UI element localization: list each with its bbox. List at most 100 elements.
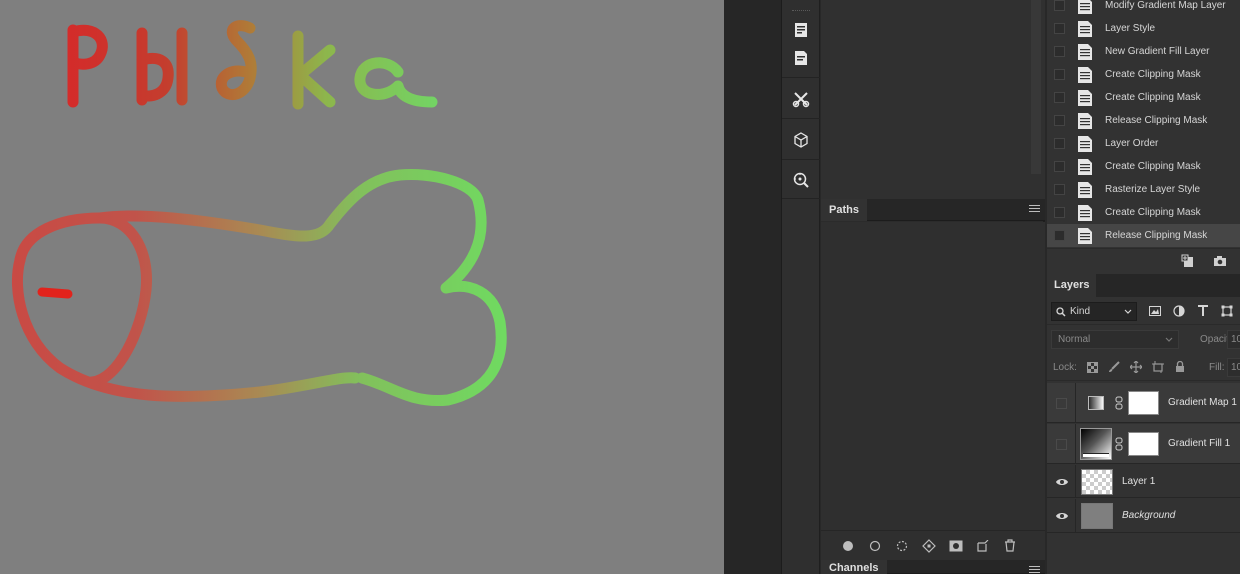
load-selection-icon[interactable] (893, 537, 911, 555)
add-mask-icon[interactable] (947, 537, 965, 555)
history-source-checkbox[interactable] (1054, 92, 1065, 103)
make-work-path-icon[interactable] (920, 537, 938, 555)
new-document-from-state-icon[interactable] (1181, 254, 1195, 271)
layer-name[interactable]: Background (1122, 510, 1175, 521)
history-source-checkbox[interactable] (1054, 115, 1065, 126)
delete-icon[interactable] (1001, 537, 1019, 555)
layer-row[interactable]: Background (1047, 499, 1240, 533)
navigator-icon[interactable] (782, 166, 820, 194)
opacity-input[interactable]: 100% (1227, 330, 1240, 349)
tab-paths[interactable]: Paths (821, 199, 867, 221)
history-item-label: Layer Order (1105, 138, 1159, 149)
filter-shape-icon[interactable] (1219, 303, 1235, 319)
history-item[interactable]: Rasterize Layer Style (1047, 178, 1240, 201)
gradient-map-adjustment-icon (1088, 396, 1104, 413)
layer-name[interactable]: Layer 1 (1122, 476, 1155, 487)
history-source-checkbox[interactable] (1054, 161, 1065, 172)
lock-move-icon[interactable] (1128, 359, 1144, 375)
history-source-checkbox[interactable] (1054, 46, 1065, 57)
layer-mask-thumbnail[interactable] (1128, 391, 1159, 415)
eye-icon (1055, 477, 1069, 487)
blend-mode-select[interactable]: Normal (1051, 330, 1179, 349)
history-source-checkbox[interactable] (1054, 138, 1065, 149)
visibility-toggle[interactable] (1047, 465, 1076, 497)
history-state-icon (1077, 66, 1093, 84)
channels-panel-menu-icon[interactable] (1029, 566, 1040, 574)
panel-gutter (724, 0, 782, 574)
history-source-checkbox[interactable] (1054, 23, 1065, 34)
history-source-checkbox[interactable] (1054, 184, 1065, 195)
lock-brush-icon[interactable] (1106, 359, 1122, 375)
paths-tab-row: Paths (821, 199, 1045, 221)
layer-name[interactable]: Gradient Fill 1 (1168, 438, 1230, 449)
fill-path-icon[interactable] (839, 537, 857, 555)
history-item-label: Rasterize Layer Style (1105, 184, 1201, 195)
channels-tab-row: Channels (821, 560, 1045, 574)
3d-icon[interactable] (782, 126, 820, 154)
layers-lock-bar: Lock: Fill: 100% (1047, 353, 1240, 381)
history-state-icon (1077, 181, 1093, 199)
document-canvas[interactable] (0, 0, 724, 574)
layer-row[interactable]: Gradient Map 1 (1047, 383, 1240, 423)
tool-group-navigator (782, 161, 820, 199)
history-item[interactable]: Layer Order (1047, 132, 1240, 155)
lock-transparency-icon[interactable] (1084, 359, 1100, 375)
character-style-icon[interactable] (782, 44, 820, 72)
fish-drawing-strokes (12, 168, 507, 407)
history-state-icon (1077, 43, 1093, 61)
layer-row[interactable]: Layer 1 (1047, 465, 1240, 498)
history-state-icon (1077, 0, 1093, 15)
kind-filter-select[interactable]: Kind (1051, 302, 1137, 321)
stroke-path-icon[interactable] (866, 537, 884, 555)
paths-panel-column: Paths Channels (821, 0, 1045, 574)
history-item-label: Release Clipping Mask (1105, 115, 1208, 126)
layer-row[interactable]: Gradient Fill 1 (1047, 424, 1240, 464)
history-item-label: Create Clipping Mask (1105, 161, 1201, 172)
gradient-fill-thumbnail[interactable] (1080, 428, 1112, 460)
link-chain-icon[interactable] (1115, 437, 1123, 454)
visibility-toggle[interactable] (1047, 424, 1076, 463)
history-source-checkbox[interactable] (1054, 0, 1065, 11)
paragraph-style-icon[interactable] (782, 16, 820, 44)
history-item[interactable]: Create Clipping Mask (1047, 86, 1240, 109)
lock-all-icon[interactable] (1172, 359, 1188, 375)
tool-presets-icon[interactable] (782, 85, 820, 113)
filter-type-icon[interactable] (1195, 303, 1211, 319)
visibility-toggle[interactable] (1047, 499, 1076, 532)
paths-panel-menu-icon[interactable] (1029, 205, 1040, 214)
history-item[interactable]: Create Clipping Mask (1047, 155, 1240, 178)
lock-artboard-icon[interactable] (1150, 359, 1166, 375)
visibility-toggle[interactable] (1047, 383, 1076, 422)
history-source-checkbox[interactable] (1054, 230, 1065, 241)
snapshot-camera-icon[interactable] (1213, 254, 1227, 271)
link-chain-icon[interactable] (1115, 396, 1123, 413)
fill-input[interactable]: 100% (1227, 358, 1240, 377)
layer-thumbnail[interactable] (1081, 468, 1113, 495)
history-state-icon (1077, 158, 1093, 176)
history-item[interactable]: Release Clipping Mask (1047, 224, 1240, 247)
chevron-down-icon (1165, 337, 1173, 342)
background-thumbnail[interactable] (1081, 503, 1113, 529)
eye-icon (1055, 511, 1069, 521)
history-item-label: Create Clipping Mask (1105, 92, 1201, 103)
filter-pixel-icon[interactable] (1147, 303, 1163, 319)
history-item[interactable]: Create Clipping Mask (1047, 201, 1240, 224)
history-state-icon (1077, 135, 1093, 153)
layer-name[interactable]: Gradient Map 1 (1168, 397, 1237, 408)
panel-grip[interactable] (792, 10, 810, 12)
tab-channels[interactable]: Channels (821, 560, 887, 574)
history-item-label: Modify Gradient Map Layer (1105, 0, 1226, 11)
upper-panel-scrollbar[interactable] (1031, 0, 1041, 174)
history-source-checkbox[interactable] (1054, 69, 1065, 80)
history-footer-toolbar (1047, 248, 1240, 274)
history-item[interactable]: Modify Gradient Map Layer (1047, 0, 1240, 17)
layer-mask-thumbnail[interactable] (1128, 432, 1159, 456)
history-item[interactable]: Release Clipping Mask (1047, 109, 1240, 132)
new-path-icon[interactable] (974, 537, 992, 555)
filter-adjustment-icon[interactable] (1171, 303, 1187, 319)
history-item[interactable]: Layer Style (1047, 17, 1240, 40)
history-source-checkbox[interactable] (1054, 207, 1065, 218)
history-item[interactable]: New Gradient Fill Layer (1047, 40, 1240, 63)
tab-layers[interactable]: Layers (1047, 274, 1097, 297)
history-item[interactable]: Create Clipping Mask (1047, 63, 1240, 86)
